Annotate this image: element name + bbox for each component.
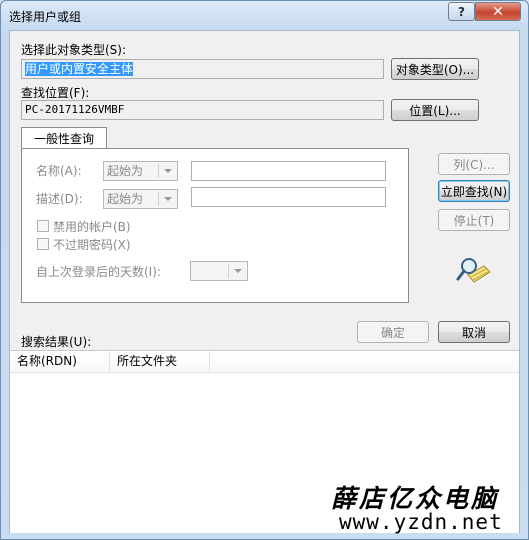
object-type-value: 用户或内置安全主体 — [25, 62, 134, 76]
days-since-logon-select[interactable] — [190, 261, 248, 281]
stop-button[interactable]: 停止(T) — [438, 209, 510, 231]
description-input[interactable] — [191, 187, 386, 207]
title-bar[interactable]: 选择用户或组 ? ✕ — [1, 1, 528, 29]
object-type-field: 用户或内置安全主体 — [21, 59, 384, 79]
ok-button[interactable]: 确定 — [357, 321, 429, 343]
disabled-accounts-label: 禁用的帐户(B) — [53, 220, 131, 234]
name-mode-select[interactable]: 起始为 — [103, 161, 178, 181]
tab-common-queries[interactable]: 一般性查询 — [21, 127, 107, 149]
close-button[interactable]: ✕ — [475, 2, 521, 21]
chevron-down-icon — [234, 269, 242, 273]
results-header: 名称(RDN) 所在文件夹 — [10, 351, 519, 373]
chevron-down-icon — [164, 169, 172, 173]
common-queries-panel: 名称(A): 起始为 描述(D): 起始为 禁用的帐户(B) 不过期密码(X) … — [21, 148, 409, 303]
magnifier-icon — [456, 256, 492, 286]
combo-separator — [158, 164, 159, 178]
dialog-window: 选择用户或组 ? ✕ 选择此对象类型(S): 用户或内置安全主体 对象类型(O)… — [0, 0, 529, 540]
nonexpiring-password-checkbox[interactable] — [37, 238, 49, 250]
description-mode-value: 起始为 — [107, 192, 144, 206]
name-label: 名称(A): — [36, 164, 82, 178]
object-type-label: 选择此对象类型(S): — [21, 43, 127, 57]
watermark-url: www.yzdn.net — [339, 510, 503, 534]
description-label: 描述(D): — [36, 192, 83, 206]
find-now-button[interactable]: 立即查找(N) — [438, 180, 510, 202]
object-types-button[interactable]: 对象类型(O)... — [391, 58, 479, 80]
disabled-accounts-checkbox[interactable] — [37, 220, 49, 232]
days-since-logon-label: 自上次登录后的天数(I): — [36, 265, 161, 279]
locations-button[interactable]: 位置(L)... — [391, 99, 479, 121]
chevron-down-icon — [164, 197, 172, 201]
description-mode-select[interactable]: 起始为 — [103, 189, 178, 209]
nonexpiring-password-label: 不过期密码(X) — [53, 238, 131, 252]
columns-button[interactable]: 列(C)... — [438, 153, 510, 175]
window-title: 选择用户或组 — [9, 10, 82, 24]
name-mode-value: 起始为 — [107, 164, 144, 178]
cancel-button[interactable]: 取消 — [438, 321, 510, 343]
column-header-name[interactable]: 名称(RDN) — [10, 351, 110, 372]
location-field: PC-20171126VMBF — [21, 100, 384, 120]
combo-separator — [158, 192, 159, 206]
dialog-client-area: 选择此对象类型(S): 用户或内置安全主体 对象类型(O)... 查找位置(F)… — [9, 30, 520, 533]
search-results-label: 搜索结果(U): — [21, 335, 92, 349]
location-label: 查找位置(F): — [21, 86, 90, 100]
combo-separator — [228, 264, 229, 278]
column-header-folder[interactable]: 所在文件夹 — [110, 351, 210, 372]
name-input[interactable] — [191, 161, 386, 181]
help-button[interactable]: ? — [448, 2, 475, 21]
